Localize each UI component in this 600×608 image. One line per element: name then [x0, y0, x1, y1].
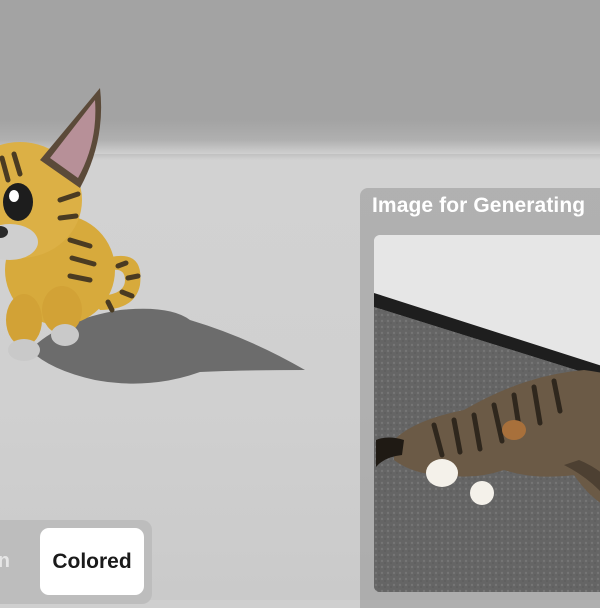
model-front-paw [8, 339, 40, 361]
mode-option-untextured[interactable]: n [0, 550, 10, 573]
model-eye [3, 183, 33, 221]
reference-image-panel: Image for Generating [360, 188, 600, 608]
model-back-paw [51, 324, 79, 346]
reference-photo [374, 235, 600, 592]
mode-option-colored[interactable]: Colored [40, 528, 144, 595]
reference-panel-title: Image for Generating [372, 194, 586, 217]
photo-cat-paw [426, 459, 458, 487]
render-mode-toggle: n Colored [0, 520, 152, 604]
photo-cat-paw [470, 481, 494, 505]
kitten-3d-model[interactable] [0, 70, 320, 400]
